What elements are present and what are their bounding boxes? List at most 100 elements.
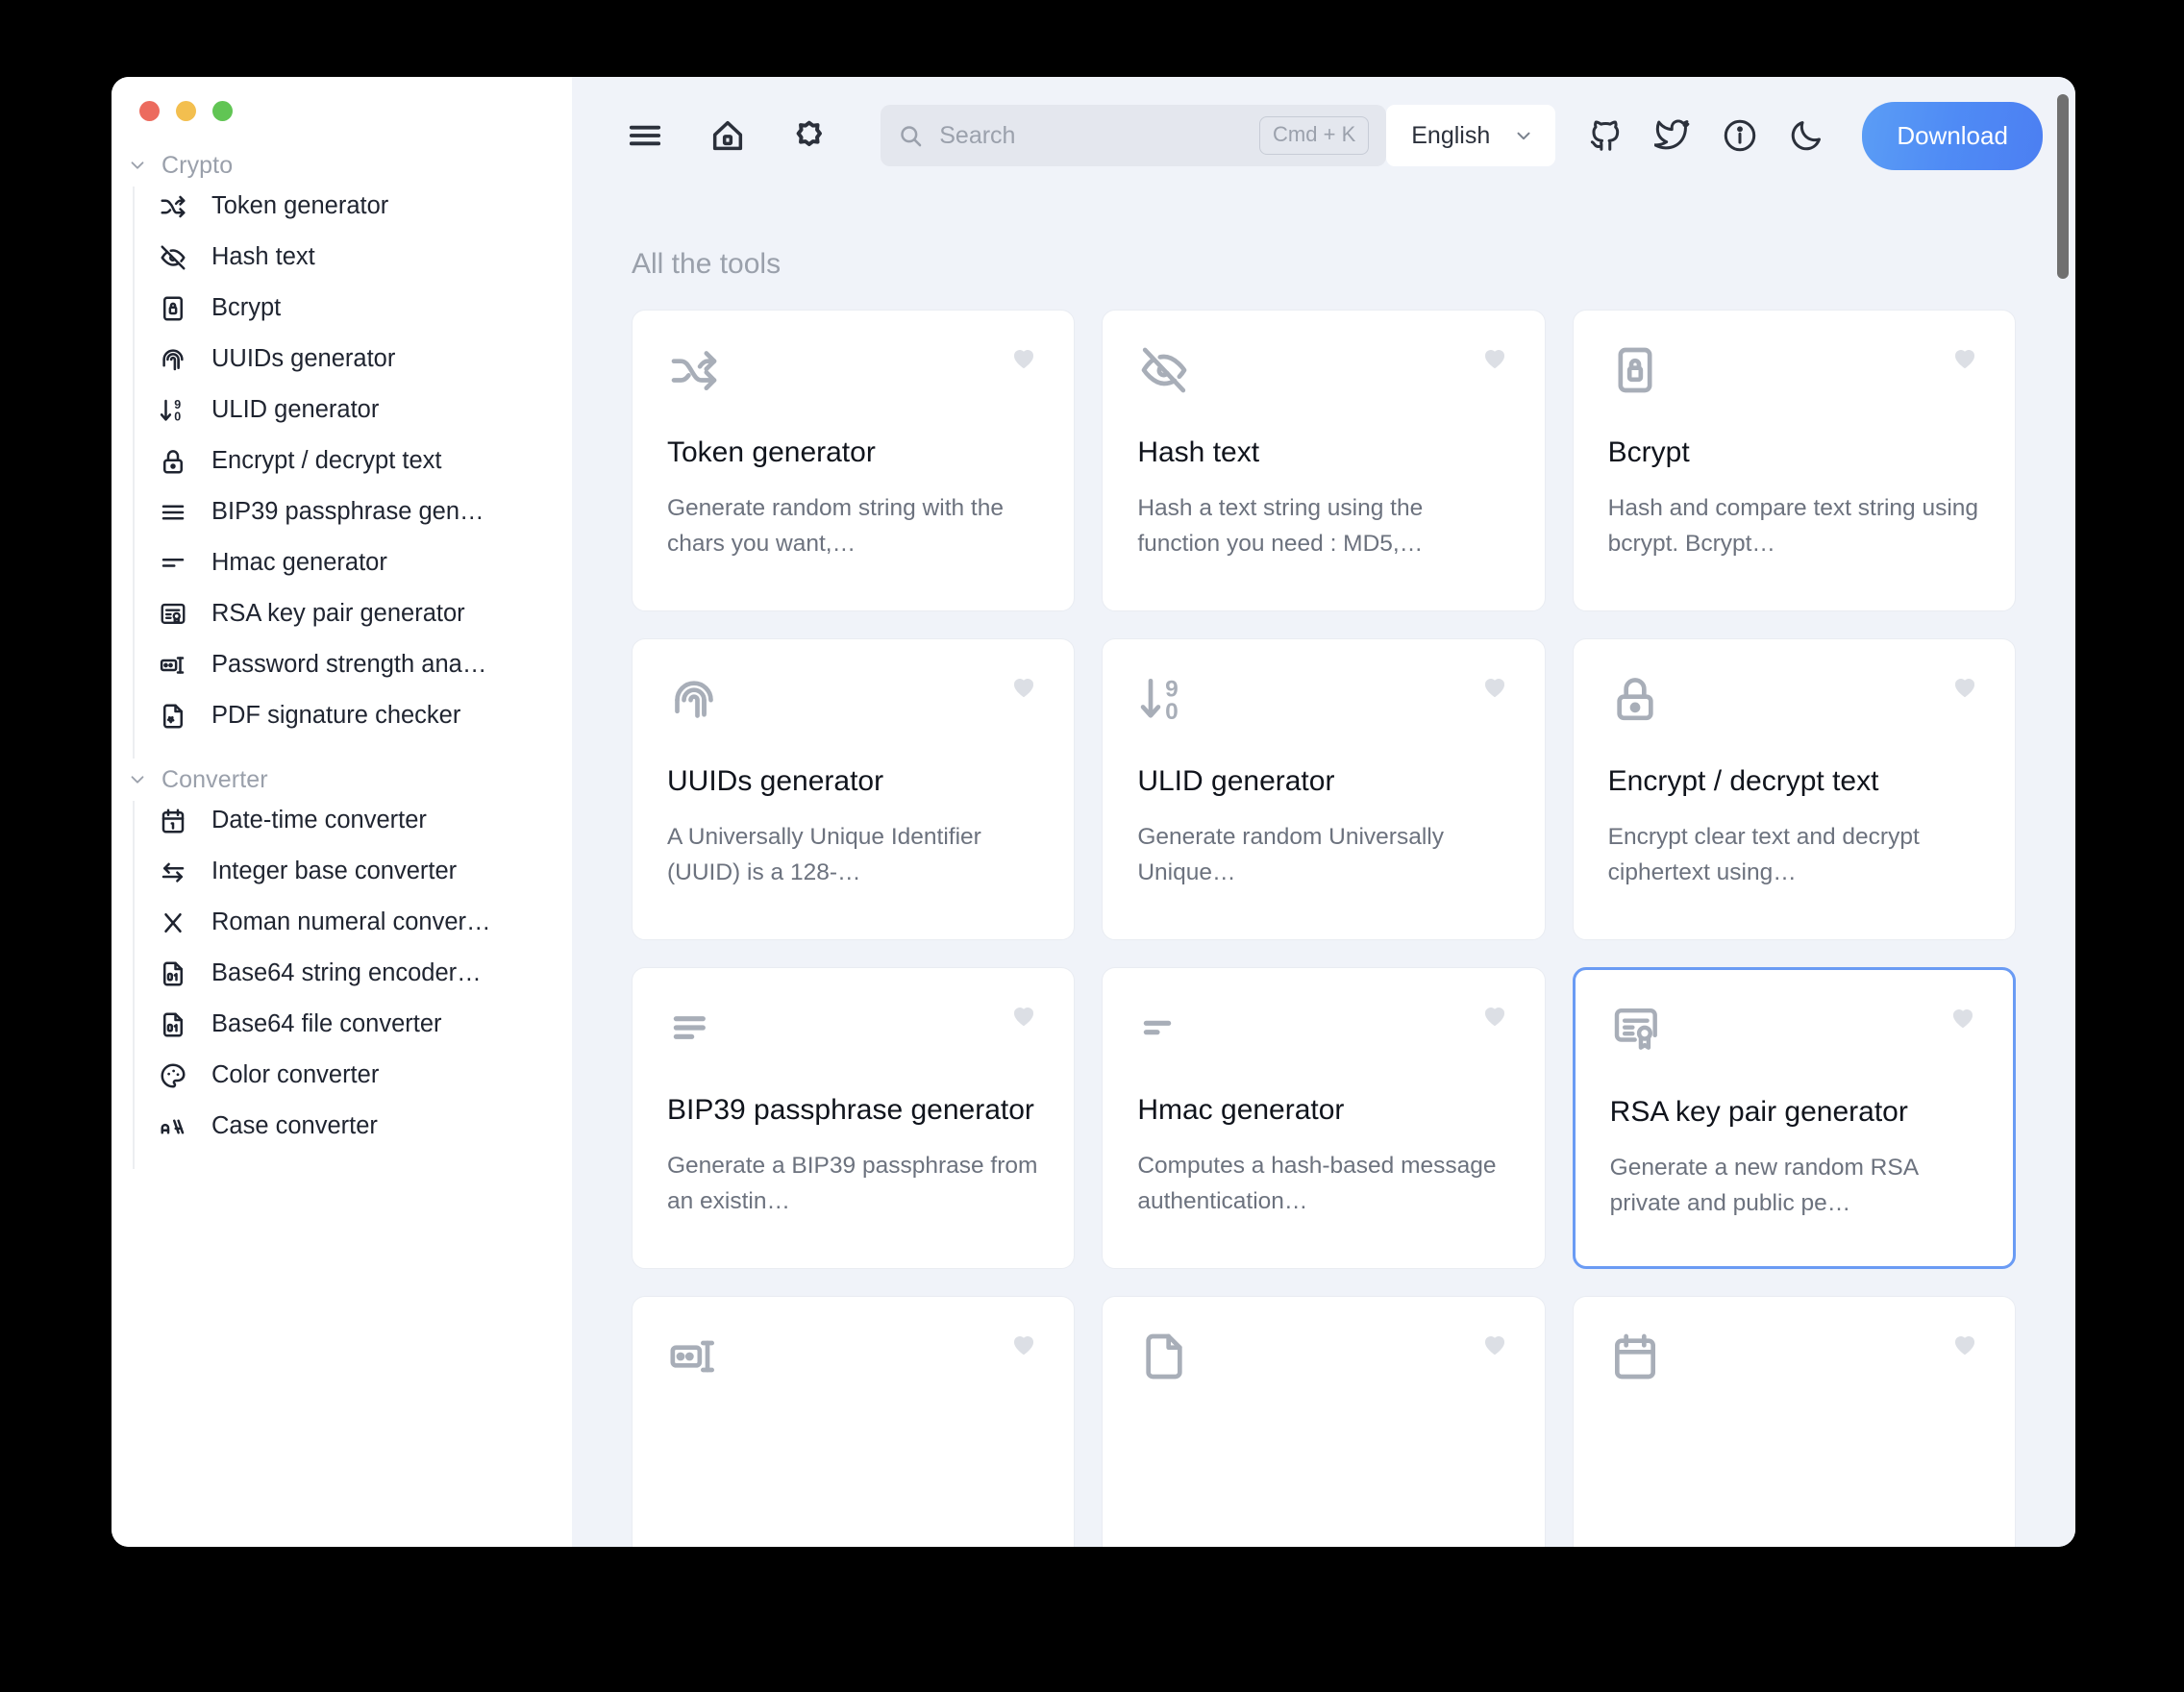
- download-button[interactable]: Download: [1862, 101, 2043, 170]
- palette-icon: [158, 1060, 188, 1091]
- sidebar-item-bip39-passphrase-generator[interactable]: BIP39 passphrase gen…: [135, 486, 572, 537]
- tool-card-ulid-generator[interactable]: 90 ULID generator Generate random Univer…: [1102, 638, 1546, 940]
- sidebar-group-label: Crypto: [161, 151, 234, 179]
- twitter-icon[interactable]: [1648, 111, 1698, 161]
- favorite-heart-icon[interactable]: [1949, 343, 1980, 372]
- favorite-heart-icon[interactable]: [1008, 1330, 1039, 1358]
- home-icon[interactable]: [701, 109, 755, 162]
- sidebar-item-bcrypt[interactable]: Bcrypt: [135, 283, 572, 334]
- sidebar-item-uuids-generator[interactable]: UUIDs generator: [135, 334, 572, 385]
- sidebar-item-label: Date-time converter: [211, 807, 427, 834]
- favorite-heart-icon[interactable]: [1479, 1001, 1510, 1030]
- search-icon: [898, 123, 924, 149]
- calendar-icon: [1608, 1330, 1662, 1383]
- card-description: Generate a new random RSA private and pu…: [1609, 1155, 1918, 1217]
- sidebar-item-pdf-signature-checker[interactable]: PDF signature checker: [135, 690, 572, 741]
- favorite-heart-icon[interactable]: [1948, 1003, 1978, 1032]
- moon-icon[interactable]: [1782, 111, 1832, 161]
- card-title: Encrypt / decrypt text: [1607, 765, 1879, 797]
- sidebar-item-label: ULID generator: [211, 396, 380, 423]
- favorite-heart-icon[interactable]: [1479, 672, 1510, 701]
- card-header: [1608, 1330, 1980, 1399]
- chevron-down-icon: [131, 776, 144, 784]
- eye-off-icon: [158, 242, 188, 273]
- sidebar-item-date-time-converter[interactable]: Date-time converter: [135, 795, 572, 846]
- hamburger-menu-icon[interactable]: [618, 109, 672, 162]
- sidebar-scroll-area[interactable]: Crypto Token generator Hash text Bcrypt: [112, 144, 572, 1547]
- app-window: Crypto Token generator Hash text Bcrypt: [112, 77, 2075, 1547]
- toolbar: Search Cmd + K English Download: [572, 77, 2075, 194]
- tools-grid: Token generator Generate random string w…: [632, 310, 2016, 1547]
- card-header: [1137, 1001, 1509, 1070]
- card-header: [1608, 343, 1980, 412]
- tool-card-rsa-key-pair-generator[interactable]: RSA key pair generator Generate a new ra…: [1572, 967, 2016, 1269]
- tool-card-uuids-generator[interactable]: UUIDs generator A Universally Unique Ide…: [632, 638, 1076, 940]
- close-window-button[interactable]: [139, 101, 160, 121]
- sidebar-item-encrypt-decrypt-text[interactable]: Encrypt / decrypt text: [135, 435, 572, 486]
- sidebar-item-password-strength-analyser[interactable]: Password strength ana…: [135, 639, 572, 690]
- tool-card-pdf-signature-checker[interactable]: [1102, 1296, 1546, 1547]
- sidebar-item-base64-string-encoder[interactable]: Base64 string encoder…: [135, 948, 572, 999]
- search-input[interactable]: Search: [939, 122, 1244, 150]
- card-header: [667, 343, 1039, 412]
- arrow-down-90-icon: 90: [1137, 672, 1191, 726]
- vertical-scrollbar-thumb[interactable]: [2057, 94, 2069, 279]
- info-icon[interactable]: [1715, 111, 1765, 161]
- main-area: Search Cmd + K English Download All the …: [572, 77, 2075, 1547]
- sidebar-item-ulid-generator[interactable]: 90 ULID generator: [135, 385, 572, 435]
- sidebar-item-hash-text[interactable]: Hash text: [135, 232, 572, 283]
- card-title: BIP39 passphrase generator: [667, 1094, 1034, 1126]
- card-header: [667, 672, 1039, 741]
- favorite-heart-icon[interactable]: [1008, 672, 1039, 701]
- tool-card-hmac-generator[interactable]: Hmac generator Computes a hash-based mes…: [1102, 967, 1546, 1269]
- tool-card-encrypt-decrypt-text[interactable]: Encrypt / decrypt text Encrypt clear tex…: [1572, 638, 2016, 940]
- favorite-heart-icon[interactable]: [1949, 1330, 1980, 1358]
- sidebar-group-converter-items: Date-time converter Integer base convert…: [133, 801, 572, 1169]
- maximize-window-button[interactable]: [212, 101, 233, 121]
- sidebar-item-integer-base-converter[interactable]: Integer base converter: [135, 846, 572, 897]
- card-title: UUIDs generator: [667, 765, 884, 797]
- two-lines-icon: [1137, 1001, 1191, 1055]
- calendar-icon: [158, 806, 188, 836]
- sidebar-item-label: Base64 string encoder…: [211, 959, 482, 986]
- language-selector[interactable]: English: [1386, 105, 1556, 166]
- spark-gear-icon[interactable]: [783, 109, 837, 162]
- padlock-icon: [158, 446, 188, 477]
- favorite-heart-icon[interactable]: [1949, 672, 1980, 701]
- card-title: Hmac generator: [1137, 1094, 1345, 1126]
- chevron-down-icon: [1517, 132, 1530, 140]
- github-icon[interactable]: [1580, 111, 1630, 161]
- favorite-heart-icon[interactable]: [1008, 343, 1039, 372]
- search-box[interactable]: Search Cmd + K: [881, 105, 1387, 166]
- sidebar: Crypto Token generator Hash text Bcrypt: [112, 77, 572, 1547]
- favorite-heart-icon[interactable]: [1008, 1001, 1039, 1030]
- card-header: [667, 1001, 1039, 1070]
- card-title: Hash text: [1137, 436, 1260, 468]
- minimize-window-button[interactable]: [176, 101, 196, 121]
- card-title: Bcrypt: [1607, 436, 1690, 468]
- card-description: Generate random string with the chars yo…: [667, 495, 1004, 558]
- file-binary-icon: [158, 958, 188, 989]
- desktop-background: Crypto Token generator Hash text Bcrypt: [0, 0, 2184, 1692]
- tool-card-hash-text[interactable]: Hash text Hash a text string using the f…: [1102, 310, 1546, 611]
- sidebar-item-case-converter[interactable]: Case converter: [135, 1101, 572, 1152]
- tool-card-bip39-passphrase-generator[interactable]: BIP39 passphrase generator Generate a BI…: [632, 967, 1076, 1269]
- tool-card-date-time-converter[interactable]: [1572, 1296, 2016, 1547]
- svg-text:0: 0: [174, 410, 181, 423]
- sidebar-item-label: RSA key pair generator: [211, 600, 465, 627]
- padlock-icon: [1608, 672, 1662, 726]
- favorite-heart-icon[interactable]: [1479, 1330, 1510, 1358]
- fingerprint-icon: [158, 344, 188, 375]
- tool-card-bcrypt[interactable]: Bcrypt Hash and compare text string usin…: [1572, 310, 2016, 611]
- sidebar-item-roman-numeral-converter[interactable]: Roman numeral conver…: [135, 897, 572, 948]
- sidebar-item-color-converter[interactable]: Color converter: [135, 1050, 572, 1101]
- sidebar-item-base64-file-converter[interactable]: Base64 file converter: [135, 999, 572, 1050]
- sidebar-item-token-generator[interactable]: Token generator: [135, 181, 572, 232]
- favorite-heart-icon[interactable]: [1479, 343, 1510, 372]
- tool-card-token-generator[interactable]: Token generator Generate random string w…: [632, 310, 1076, 611]
- sidebar-item-label: Integer base converter: [211, 858, 458, 884]
- sidebar-item-rsa-key-pair-generator[interactable]: RSA key pair generator: [135, 588, 572, 639]
- card-title: Token generator: [667, 436, 876, 468]
- sidebar-item-hmac-generator[interactable]: Hmac generator: [135, 537, 572, 588]
- tool-card-password-strength-analyser[interactable]: [632, 1296, 1076, 1547]
